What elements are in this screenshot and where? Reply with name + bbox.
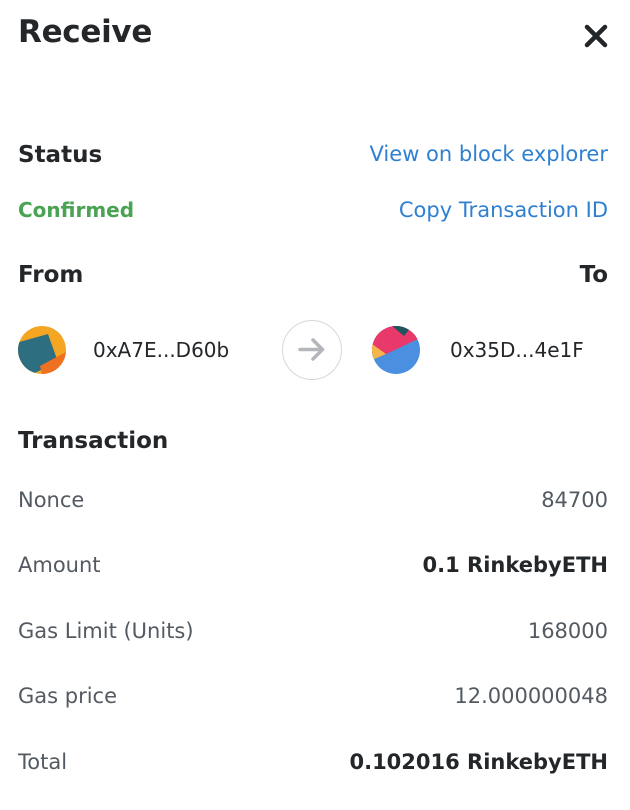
amount-value: 0.1 RinkebyETH [422, 553, 608, 577]
to-label: To [579, 262, 608, 288]
amount-label: Amount [18, 553, 101, 577]
status-badge: Confirmed [18, 198, 135, 222]
transaction-detail-modal: Receive Status View on block explorer Co… [0, 0, 630, 810]
view-on-block-explorer-link[interactable]: View on block explorer [370, 142, 608, 166]
from-avatar [18, 326, 66, 374]
close-icon [584, 24, 608, 48]
modal-title: Receive [18, 14, 153, 50]
gas-price-label: Gas price [18, 684, 118, 708]
arrow-right-icon [298, 338, 325, 361]
gas-limit-value: 168000 [527, 619, 608, 643]
nonce-label: Nonce [18, 488, 85, 512]
nonce-value: 84700 [541, 488, 608, 512]
from-label: From [18, 262, 84, 288]
gas-price-value: 12.000000048 [454, 684, 608, 708]
close-button[interactable] [578, 18, 614, 54]
to-address[interactable]: 0x35D...4e1F [450, 338, 584, 362]
from-address[interactable]: 0xA7E...D60b [93, 338, 229, 362]
direction-indicator [282, 320, 342, 380]
gas-limit-label: Gas Limit (Units) [18, 619, 194, 643]
transaction-heading: Transaction [18, 428, 169, 454]
copy-transaction-id-link[interactable]: Copy Transaction ID [399, 198, 608, 222]
status-label: Status [18, 142, 103, 168]
total-label: Total [18, 750, 68, 774]
to-avatar [372, 326, 420, 374]
total-value: 0.102016 RinkebyETH [349, 750, 608, 774]
